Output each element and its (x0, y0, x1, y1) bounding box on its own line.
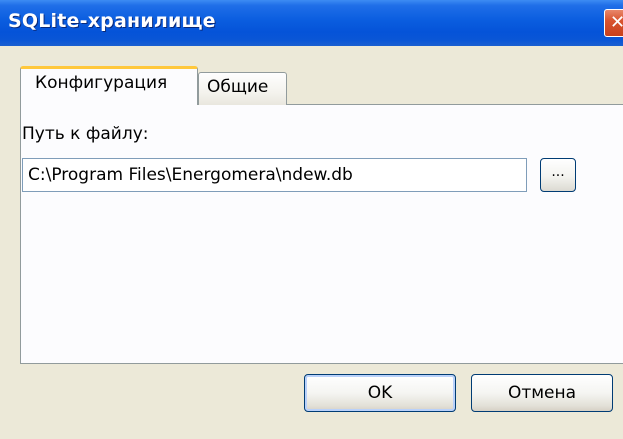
close-icon: ✕ (610, 12, 623, 33)
tab-configuration[interactable]: Конфигурация (20, 66, 198, 105)
window-title: SQLite-хранилище (8, 10, 216, 32)
cancel-button[interactable]: Отмена (471, 374, 613, 412)
dialog-content: Конфигурация Общие Путь к файлу: C:\Prog… (0, 46, 623, 439)
tab-configuration-label: Конфигурация (35, 73, 168, 93)
tab-general-label: Общие (207, 77, 269, 97)
ok-button[interactable]: OK (304, 374, 456, 412)
file-path-label: Путь к файлу: (22, 124, 149, 144)
file-path-input[interactable]: C:\Program Files\Energomera\ndew.db (22, 158, 527, 192)
dialog-window: SQLite-хранилище ✕ Конфигурация Общие Пу… (0, 0, 623, 439)
title-bar[interactable]: SQLite-хранилище ✕ (0, 0, 623, 46)
tab-general[interactable]: Общие (198, 72, 287, 105)
close-button[interactable]: ✕ (604, 9, 623, 37)
browse-button[interactable]: ... (540, 158, 576, 192)
